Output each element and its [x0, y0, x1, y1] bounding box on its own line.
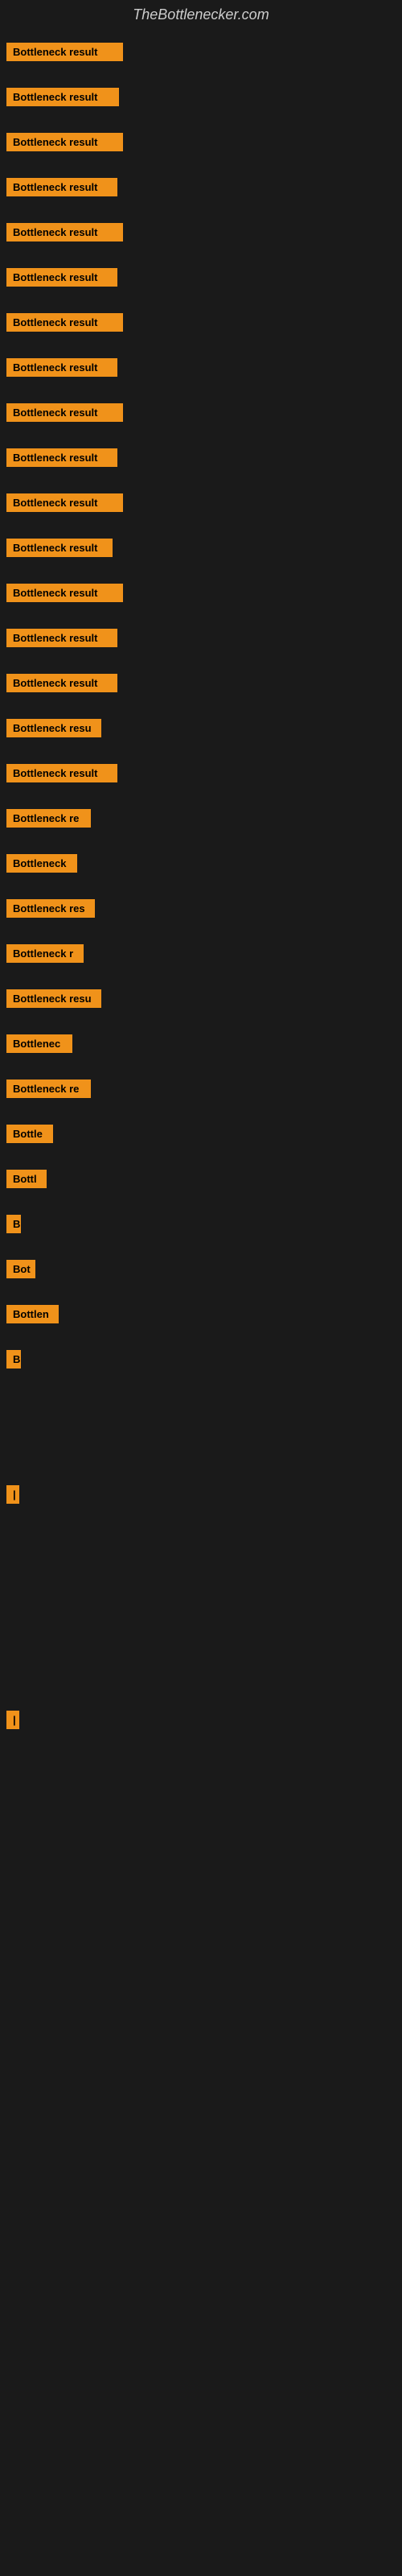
bottleneck-result-bar: Bottleneck result — [6, 764, 117, 782]
list-item: Bottleneck res — [0, 886, 402, 931]
bottleneck-result-bar: Bottleneck result — [6, 223, 123, 242]
list-item: Bottleneck result — [0, 30, 402, 75]
list-item: Bot — [0, 1247, 402, 1292]
bottleneck-result-bar: Bottle — [6, 1125, 53, 1143]
list-item: Bottleneck result — [0, 436, 402, 481]
bottleneck-result-bar: Bottl — [6, 1170, 47, 1188]
list-item: Bottleneck r — [0, 931, 402, 976]
list-item: Bottleneck result — [0, 616, 402, 661]
list-item: Bottleneck result — [0, 481, 402, 526]
bottleneck-result-bar: Bottleneck — [6, 854, 77, 873]
bottleneck-result-bar: Bottleneck result — [6, 674, 117, 692]
bottleneck-result-bar: | — [6, 1485, 19, 1504]
list-item: Bottleneck re — [0, 1067, 402, 1112]
bottleneck-result-bar: Bottleneck result — [6, 88, 119, 106]
site-title: TheBottlenecker.com — [0, 0, 402, 30]
list-item — [0, 1608, 402, 1653]
list-item: | — [0, 1472, 402, 1517]
list-item: B — [0, 1202, 402, 1247]
bottleneck-result-bar: B — [6, 1350, 21, 1368]
bottleneck-result-bar: Bottleneck result — [6, 448, 117, 467]
bars-container: Bottleneck result Bottleneck result Bottle… — [0, 30, 402, 1743]
list-item: Bottlen — [0, 1292, 402, 1337]
bottleneck-result-bar: B — [6, 1215, 21, 1233]
list-item — [0, 1653, 402, 1698]
list-item: Bottleneck result — [0, 255, 402, 300]
list-item: Bottleneck result — [0, 751, 402, 796]
list-item — [0, 1563, 402, 1608]
bottleneck-result-bar: Bottleneck result — [6, 493, 123, 512]
bottleneck-result-bar: Bottleneck result — [6, 403, 123, 422]
list-item: Bottleneck result — [0, 526, 402, 571]
bottleneck-result-bar: | — [6, 1711, 19, 1729]
list-item — [0, 1517, 402, 1563]
list-item: Bottleneck result — [0, 300, 402, 345]
bottleneck-result-bar: Bot — [6, 1260, 35, 1278]
bottleneck-result-bar: Bottlenec — [6, 1034, 72, 1053]
list-item: Bottleneck — [0, 841, 402, 886]
bottleneck-result-bar: Bottleneck re — [6, 1080, 91, 1098]
list-item: Bottleneck result — [0, 75, 402, 120]
list-item: Bottleneck result — [0, 120, 402, 165]
bottleneck-result-bar: Bottlen — [6, 1305, 59, 1323]
list-item: Bottleneck resu — [0, 976, 402, 1022]
list-item: | — [0, 1698, 402, 1743]
list-item: Bottleneck re — [0, 796, 402, 841]
list-item: Bottle — [0, 1112, 402, 1157]
list-item — [0, 1382, 402, 1427]
bottleneck-result-bar: Bottleneck result — [6, 268, 117, 287]
bottleneck-result-bar: Bottleneck resu — [6, 719, 101, 737]
list-item: Bottleneck result — [0, 210, 402, 255]
bottleneck-result-bar: Bottleneck result — [6, 43, 123, 61]
list-item: Bottleneck resu — [0, 706, 402, 751]
bottleneck-result-bar: Bottleneck result — [6, 358, 117, 377]
list-item — [0, 1427, 402, 1472]
bottleneck-result-bar: Bottleneck r — [6, 944, 84, 963]
list-item: Bottleneck result — [0, 661, 402, 706]
list-item: Bottlenec — [0, 1022, 402, 1067]
bottleneck-result-bar: Bottleneck re — [6, 809, 91, 828]
list-item: Bottl — [0, 1157, 402, 1202]
bottleneck-result-bar: Bottleneck result — [6, 629, 117, 647]
bottleneck-result-bar: Bottleneck result — [6, 539, 113, 557]
list-item: Bottleneck result — [0, 571, 402, 616]
list-item: Bottleneck result — [0, 165, 402, 210]
bottleneck-result-bar: Bottleneck result — [6, 584, 123, 602]
bottleneck-result-bar: Bottleneck resu — [6, 989, 101, 1008]
bottleneck-result-bar: Bottleneck res — [6, 899, 95, 918]
bottleneck-result-bar: Bottleneck result — [6, 313, 123, 332]
bottleneck-result-bar: Bottleneck result — [6, 178, 117, 196]
list-item: Bottleneck result — [0, 390, 402, 436]
list-item: Bottleneck result — [0, 345, 402, 390]
bottleneck-result-bar: Bottleneck result — [6, 133, 123, 151]
list-item: B — [0, 1337, 402, 1382]
